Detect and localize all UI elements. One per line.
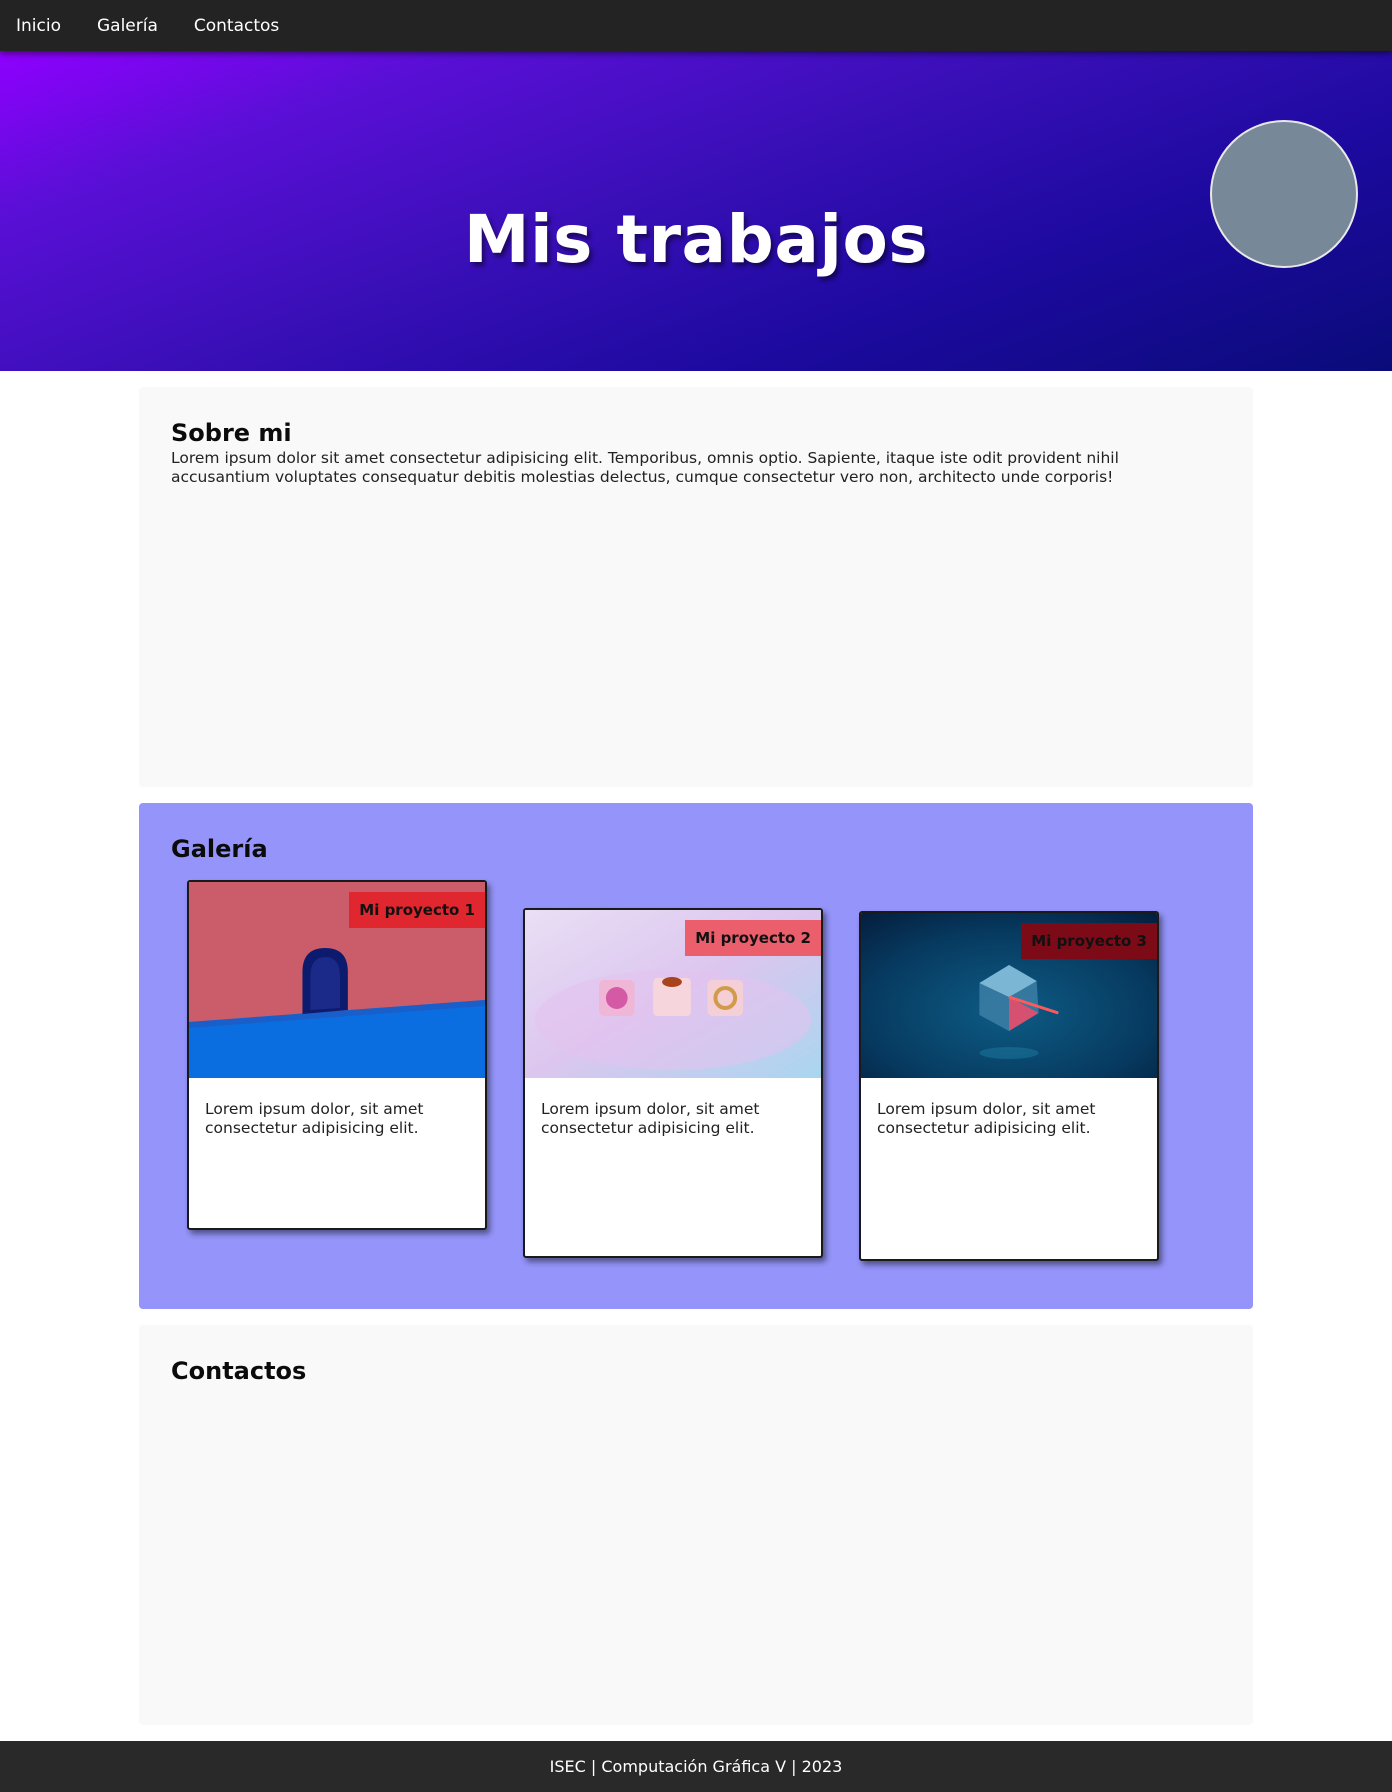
project-card-1[interactable]: Mi proyecto 1 Lorem ipsum dolor, sit ame… xyxy=(187,880,487,1230)
about-title: Sobre mi xyxy=(171,419,292,447)
avatar xyxy=(1210,120,1358,268)
hero-banner: Mis trabajos xyxy=(0,51,1392,371)
about-text: Lorem ipsum dolor sit amet consectetur a… xyxy=(171,449,1119,486)
project-description-1: Lorem ipsum dolor, sit amet consectetur … xyxy=(205,1100,424,1137)
gallery-section: Galería Mi proyecto 1 Lorem ipsum dolor,… xyxy=(139,803,1253,1309)
nav-link-contactos[interactable]: Contactos xyxy=(194,16,279,36)
project-badge-3: Mi proyecto 3 xyxy=(1021,923,1157,959)
top-navbar: Inicio Galería Contactos xyxy=(0,0,1392,51)
nav-link-galeria[interactable]: Galería xyxy=(97,16,158,36)
project-description-3: Lorem ipsum dolor, sit amet consectetur … xyxy=(877,1100,1096,1137)
page-title: Mis trabajos xyxy=(463,201,929,278)
about-section: Sobre mi Lorem ipsum dolor sit amet cons… xyxy=(139,387,1253,787)
footer-text: ISEC | Computación Gráfica V | 2023 xyxy=(549,1757,843,1776)
contacts-title: Contactos xyxy=(171,1357,307,1385)
project-badge-1: Mi proyecto 1 xyxy=(349,892,485,928)
project-badge-2: Mi proyecto 2 xyxy=(685,920,821,956)
contacts-section: Contactos xyxy=(139,1325,1253,1725)
nav-link-inicio[interactable]: Inicio xyxy=(16,16,61,36)
project-card-2[interactable]: Mi proyecto 2 Lorem ipsum dolor, sit ame… xyxy=(523,908,823,1258)
project-description-2: Lorem ipsum dolor, sit amet consectetur … xyxy=(541,1100,760,1137)
footer: ISEC | Computación Gráfica V | 2023 xyxy=(0,1741,1392,1792)
project-card-3[interactable]: Mi proyecto 3 Lorem ipsum dolor, sit ame… xyxy=(859,911,1159,1261)
gallery-title: Galería xyxy=(171,835,268,863)
